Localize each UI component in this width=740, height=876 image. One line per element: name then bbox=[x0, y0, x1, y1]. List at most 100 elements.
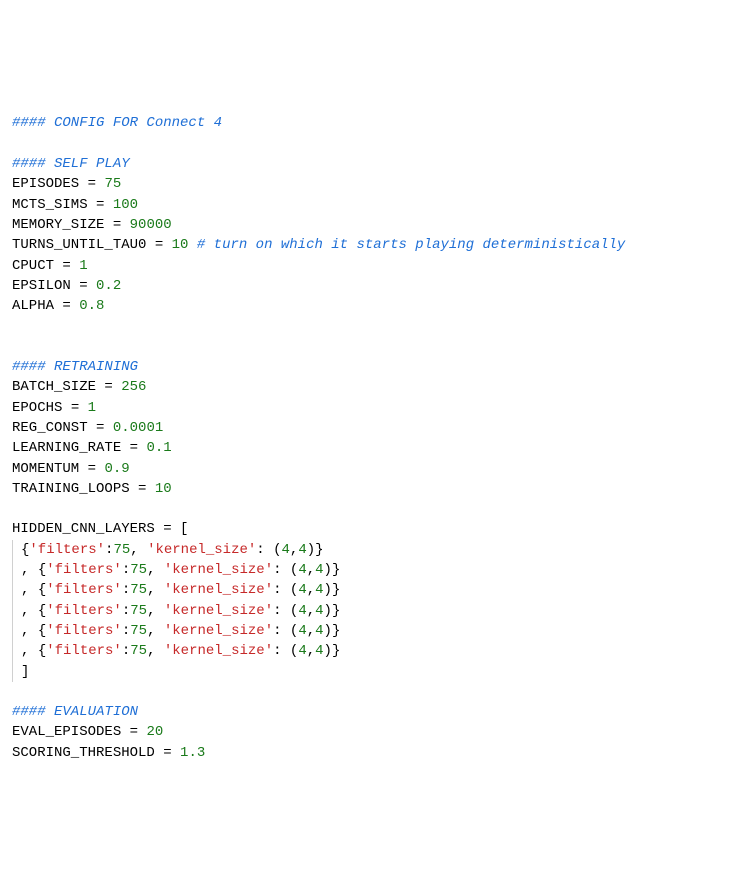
layer-row-1: , {'filters':75, 'kernel_size': (4,4)} bbox=[12, 560, 340, 580]
open-brace: { bbox=[38, 603, 46, 619]
kernel-b: 4 bbox=[315, 643, 323, 659]
comma-sp: , bbox=[130, 542, 147, 558]
training-loops-val: 10 bbox=[155, 481, 172, 497]
epsilon-val: 0.2 bbox=[96, 278, 121, 294]
episodes-name: EPISODES bbox=[12, 176, 79, 192]
filters-key: 'filters' bbox=[46, 643, 122, 659]
eq: = bbox=[96, 379, 121, 395]
kernel-a: 4 bbox=[298, 582, 306, 598]
eq: = bbox=[88, 420, 113, 436]
colon: : bbox=[273, 562, 281, 578]
kernel-key: 'kernel_size' bbox=[164, 623, 273, 639]
epochs-val: 1 bbox=[88, 400, 96, 416]
scoring-threshold-val: 1.3 bbox=[180, 745, 205, 761]
colon: : bbox=[273, 623, 281, 639]
momentum-name: MOMENTUM bbox=[12, 461, 79, 477]
reg-const-name: REG_CONST bbox=[12, 420, 88, 436]
eval-episodes-val: 20 bbox=[146, 724, 163, 740]
retraining-heading: #### RETRAINING bbox=[12, 359, 138, 375]
comma: , bbox=[307, 643, 315, 659]
close-paren: ) bbox=[324, 603, 332, 619]
filters-key: 'filters' bbox=[46, 582, 122, 598]
scoring-threshold-name: SCORING_THRESHOLD bbox=[12, 745, 155, 761]
eq: = bbox=[62, 400, 87, 416]
eq: = bbox=[79, 176, 104, 192]
learning-rate-val: 0.1 bbox=[146, 440, 171, 456]
colon: : bbox=[273, 582, 281, 598]
kernel-key: 'kernel_size' bbox=[164, 582, 273, 598]
comma-sp: , bbox=[21, 603, 38, 619]
filters-key: 'filters' bbox=[46, 603, 122, 619]
eq: = bbox=[155, 745, 180, 761]
close-paren: ) bbox=[324, 623, 332, 639]
layer-row-3: , {'filters':75, 'kernel_size': (4,4)} bbox=[12, 601, 340, 621]
colon: : bbox=[122, 623, 130, 639]
comma: , bbox=[307, 562, 315, 578]
colon: : bbox=[122, 582, 130, 598]
eq: = bbox=[79, 461, 104, 477]
close-brace: } bbox=[332, 582, 340, 598]
header-comment: #### CONFIG FOR Connect 4 bbox=[12, 115, 222, 131]
turns-until-tau0-comment: # turn on which it starts playing determ… bbox=[197, 237, 625, 253]
epochs-name: EPOCHS bbox=[12, 400, 62, 416]
cpuct-val: 1 bbox=[79, 258, 87, 274]
colon: : bbox=[273, 643, 281, 659]
mcts-sims-val: 100 bbox=[113, 197, 138, 213]
kernel-a: 4 bbox=[298, 623, 306, 639]
batch-size-val: 256 bbox=[121, 379, 146, 395]
filters-key: 'filters' bbox=[46, 623, 122, 639]
kernel-b: 4 bbox=[298, 542, 306, 558]
evaluation-heading: #### EVALUATION bbox=[12, 704, 138, 720]
eq: = bbox=[146, 237, 171, 253]
close-paren: ) bbox=[307, 542, 315, 558]
eq: = bbox=[54, 258, 79, 274]
close-bracket: ] bbox=[21, 664, 29, 680]
close-paren: ) bbox=[324, 582, 332, 598]
self-play-heading: #### SELF PLAY bbox=[12, 156, 130, 172]
kernel-a: 4 bbox=[298, 643, 306, 659]
kernel-b: 4 bbox=[315, 623, 323, 639]
open-paren: ( bbox=[273, 542, 281, 558]
comma-sp: , bbox=[147, 623, 164, 639]
filters-val: 75 bbox=[130, 562, 147, 578]
open-brace: { bbox=[38, 643, 46, 659]
open-brace: { bbox=[38, 562, 46, 578]
eq: = bbox=[121, 440, 146, 456]
alpha-name: ALPHA bbox=[12, 298, 54, 314]
layer-row-2: , {'filters':75, 'kernel_size': (4,4)} bbox=[12, 580, 340, 600]
close-brace: } bbox=[315, 542, 323, 558]
comma-sp: , bbox=[147, 562, 164, 578]
hidden-cnn-name: HIDDEN_CNN_LAYERS bbox=[12, 521, 155, 537]
eq: = bbox=[71, 278, 96, 294]
filters-val: 75 bbox=[130, 643, 147, 659]
eq: = bbox=[130, 481, 155, 497]
close-brace: } bbox=[332, 623, 340, 639]
filters-val: 75 bbox=[113, 542, 130, 558]
code-block: #### CONFIG FOR Connect 4 #### SELF PLAY… bbox=[12, 93, 728, 763]
momentum-val: 0.9 bbox=[104, 461, 129, 477]
eval-episodes-name: EVAL_EPISODES bbox=[12, 724, 121, 740]
batch-size-name: BATCH_SIZE bbox=[12, 379, 96, 395]
close-paren: ) bbox=[324, 562, 332, 578]
close-brace: } bbox=[332, 603, 340, 619]
comma: , bbox=[307, 582, 315, 598]
close-paren: ) bbox=[324, 643, 332, 659]
comma: , bbox=[307, 623, 315, 639]
layer-row-5: , {'filters':75, 'kernel_size': (4,4)} bbox=[12, 641, 340, 661]
comma: , bbox=[307, 603, 315, 619]
alpha-val: 0.8 bbox=[79, 298, 104, 314]
close-brace: } bbox=[332, 643, 340, 659]
comma-sp: , bbox=[147, 582, 164, 598]
comma-sp: , bbox=[147, 603, 164, 619]
colon: : bbox=[122, 603, 130, 619]
close-bracket-row: ] bbox=[12, 662, 29, 682]
mcts-sims-name: MCTS_SIMS bbox=[12, 197, 88, 213]
kernel-key: 'kernel_size' bbox=[164, 643, 273, 659]
eq: = bbox=[104, 217, 129, 233]
close-brace: } bbox=[332, 562, 340, 578]
learning-rate-name: LEARNING_RATE bbox=[12, 440, 121, 456]
colon: : bbox=[122, 562, 130, 578]
kernel-a: 4 bbox=[298, 562, 306, 578]
reg-const-val: 0.0001 bbox=[113, 420, 163, 436]
kernel-key: 'kernel_size' bbox=[147, 542, 256, 558]
